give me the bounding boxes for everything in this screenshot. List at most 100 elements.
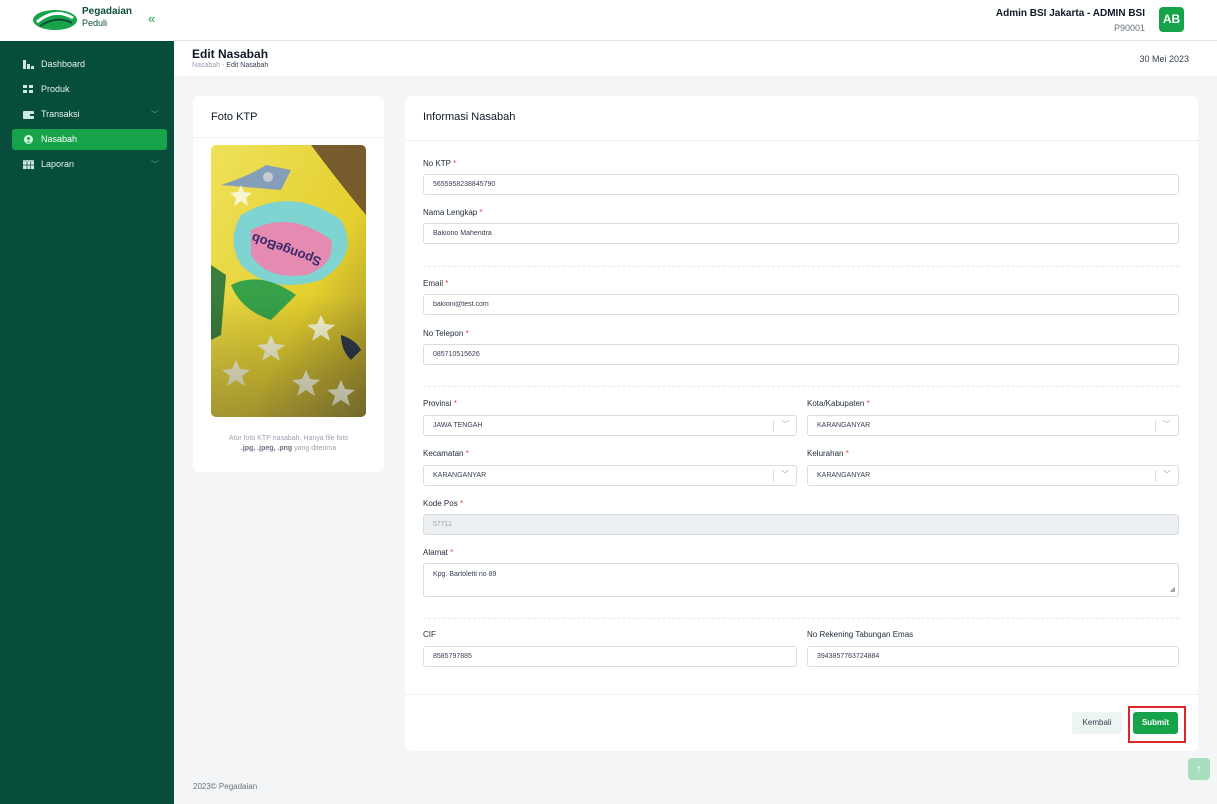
brand-subtitle: Peduli [82, 18, 108, 28]
chevron-down-icon: ﹀ [1163, 420, 1171, 429]
label-text: No KTP [423, 159, 451, 168]
telepon-label: No Telepon * [423, 329, 469, 338]
kode-pos-label: Kode Pos * [423, 499, 463, 508]
divider [193, 137, 384, 138]
breadcrumb-parent[interactable]: Nasabah [192, 62, 220, 69]
chart-bar-icon [23, 60, 34, 69]
alamat-value: Kpg. Bartoletti no 89 [433, 571, 497, 578]
user-name: Admin BSI Jakarta - ADMIN BSI [995, 8, 1145, 19]
kelurahan-select[interactable]: KARANGANYAR ﹀ [807, 465, 1179, 486]
select-separator [773, 420, 774, 432]
label-text: Email [423, 279, 444, 288]
rekening-input[interactable] [807, 646, 1179, 667]
label-text: No Telepon [423, 329, 464, 338]
label-text: CIF [423, 630, 436, 639]
ktp-hint-text: Atur foto KTP nasabah. Hanya file foto [228, 435, 349, 442]
grid-icon [23, 85, 33, 93]
required-mark: * [465, 329, 469, 338]
footer-copyright: 2023© Pegadaian [193, 782, 258, 791]
divider [405, 140, 1198, 141]
required-mark: * [845, 449, 849, 458]
select-value: KARANGANYAR [817, 472, 871, 479]
back-button[interactable]: Kembali [1072, 712, 1122, 734]
sidebar-item-nasabah[interactable]: Nasabah [12, 129, 167, 150]
nama-label: Nama Lengkap * [423, 208, 483, 217]
user-id: P90001 [1113, 23, 1145, 33]
label-text: Kelurahan [807, 449, 844, 458]
label-text: Nama Lengkap [423, 208, 478, 217]
ktp-photo-image: SpongeBob [211, 145, 366, 417]
page-header: Edit Nasabah Nasabah - Edit Nasabah 30 M… [174, 41, 1217, 76]
kota-select[interactable]: KARANGANYAR ﹀ [807, 415, 1179, 436]
required-mark: * [445, 279, 449, 288]
sidebar-item-label: Produk [41, 84, 70, 94]
sidebar-item-dashboard[interactable]: Dashboard [12, 54, 167, 75]
required-mark: * [465, 449, 469, 458]
provinsi-label: Provinsi * [423, 399, 457, 408]
chevron-down-icon: ﹀ [151, 160, 159, 169]
provinsi-select[interactable]: JAWA TENGAH ﹀ [423, 415, 797, 436]
breadcrumb-current: Edit Nasabah [226, 62, 269, 69]
label-text: Kota/Kabupaten [807, 399, 865, 408]
label-text: Provinsi [423, 399, 452, 408]
highlight-box [1128, 706, 1186, 743]
label-text: Alamat [423, 548, 448, 557]
nama-lengkap-input[interactable] [423, 223, 1179, 244]
page-date: 30 Mei 2023 [1139, 54, 1189, 64]
required-mark: * [479, 208, 483, 217]
sidebar-item-label: Dashboard [41, 59, 86, 69]
rekening-label: No Rekening Tabungan Emas [807, 630, 913, 639]
required-mark: * [453, 399, 457, 408]
sidebar-item-laporan[interactable]: Laporan ﹀ [12, 154, 167, 175]
pegadaian-logo [33, 10, 77, 30]
customer-info-card: Informasi Nasabah No KTP * Nama Lengkap … [405, 96, 1198, 751]
email-input[interactable] [423, 294, 1179, 315]
section-divider [423, 618, 1179, 619]
cif-input[interactable] [423, 646, 797, 667]
section-divider [423, 266, 1179, 267]
kecamatan-label: Kecamatan * [423, 449, 469, 458]
info-card-title: Informasi Nasabah [423, 111, 516, 123]
arrow-up-icon[interactable]: ↑ [1188, 758, 1210, 780]
select-separator [1155, 420, 1156, 432]
breadcrumb: Nasabah - Edit Nasabah [192, 62, 268, 69]
wallet-icon [23, 111, 34, 119]
ktp-photo-card: Foto KTP SpongeBob [193, 96, 384, 472]
chevron-down-icon: ﹀ [151, 110, 159, 119]
breadcrumb-separator: - [221, 62, 225, 69]
divider [405, 694, 1198, 695]
ktp-hint-suffix: yang diterima [294, 445, 337, 452]
select-separator [1155, 470, 1156, 482]
kecamatan-select[interactable]: KARANGANYAR ﹀ [423, 465, 797, 486]
sidebar-item-label: Nasabah [41, 134, 78, 144]
required-mark: * [459, 499, 464, 508]
ktp-photo[interactable]: SpongeBob [211, 145, 366, 417]
sidebar-item-produk[interactable]: Produk [12, 79, 167, 100]
no-ktp-input[interactable] [423, 174, 1179, 195]
chevron-down-icon: ﹀ [781, 470, 789, 479]
kode-pos-input [423, 514, 1179, 535]
select-value: JAWA TENGAH [433, 422, 483, 429]
ktp-photo-hint: Atur foto KTP nasabah. Hanya file foto .… [205, 434, 372, 454]
cif-label: CIF [423, 630, 436, 639]
brand-name: Pegadaian [82, 6, 133, 17]
sidebar: Dashboard Produk Transaksi ﹀ Nasabah Lap… [0, 41, 174, 804]
ktp-hint-formats: .jpg, .jpeg, .png [240, 445, 293, 452]
label-text: Kecamatan [423, 449, 464, 458]
sidebar-item-label: Transaksi [41, 109, 80, 119]
label-text: No Rekening Tabungan Emas [807, 630, 914, 639]
alamat-textarea[interactable]: Kpg. Bartoletti no 89 ◢ [423, 563, 1179, 597]
avatar[interactable]: AB [1159, 7, 1184, 32]
required-mark: * [866, 399, 870, 408]
user-circle-icon [24, 135, 33, 144]
section-divider [423, 386, 1179, 387]
no-telepon-input[interactable] [423, 344, 1179, 365]
sidebar-item-label: Laporan [41, 159, 75, 169]
sidebar-item-transaksi[interactable]: Transaksi ﹀ [12, 104, 167, 125]
double-chevron-left-icon[interactable]: « [148, 11, 162, 27]
page-title: Edit Nasabah [192, 47, 269, 61]
resize-handle-icon[interactable]: ◢ [1170, 585, 1175, 593]
chevron-down-icon: ﹀ [781, 420, 789, 429]
select-value: KARANGANYAR [433, 472, 487, 479]
email-label: Email * [423, 279, 448, 288]
